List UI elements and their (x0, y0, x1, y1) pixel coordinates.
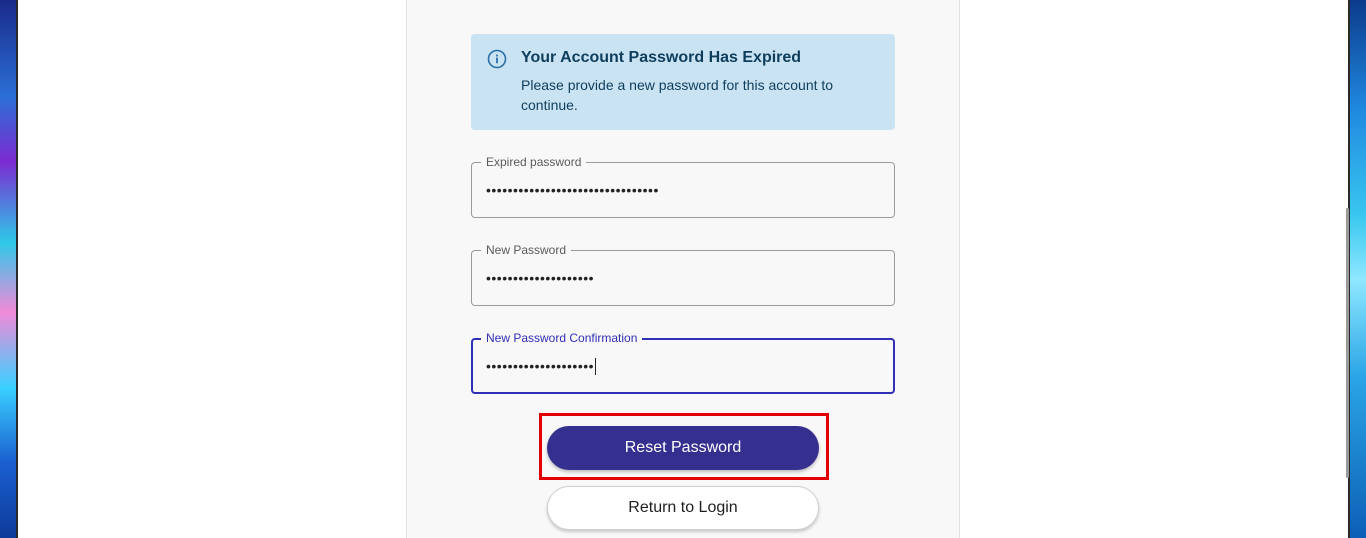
alert-message: Please provide a new password for this a… (521, 77, 834, 113)
desktop-wallpaper-right (1350, 0, 1366, 538)
reset-password-button[interactable]: Reset Password (547, 426, 819, 470)
new-password-confirmation-field[interactable]: New Password Confirmation ••••••••••••••… (471, 330, 895, 394)
expired-password-field[interactable]: Expired password •••••••••••••••••••••••… (471, 154, 895, 218)
info-circle-icon (487, 49, 507, 69)
desktop-wallpaper-left (0, 0, 16, 538)
new-password-confirmation-input[interactable]: •••••••••••••••••••• (486, 357, 597, 375)
return-to-login-button[interactable]: Return to Login (547, 486, 819, 530)
alert-title: Your Account Password Has Expired (521, 49, 802, 66)
password-expired-alert: Your Account Password Has Expired Please… (471, 34, 895, 130)
window-border-left (16, 0, 18, 538)
expired-password-value[interactable]: •••••••••••••••••••••••••••••••• (486, 181, 659, 199)
new-password-confirmation-value: •••••••••••••••••••• (486, 358, 595, 374)
text-caret (595, 358, 597, 375)
new-password-field[interactable]: New Password •••••••••••••••••••• (471, 242, 895, 306)
expired-password-label: Expired password (481, 154, 587, 170)
new-password-value[interactable]: •••••••••••••••••••• (486, 269, 594, 287)
new-password-confirmation-label: New Password Confirmation (481, 330, 643, 346)
scrollbar-thumb[interactable] (1346, 208, 1349, 478)
new-password-label: New Password (481, 242, 572, 258)
